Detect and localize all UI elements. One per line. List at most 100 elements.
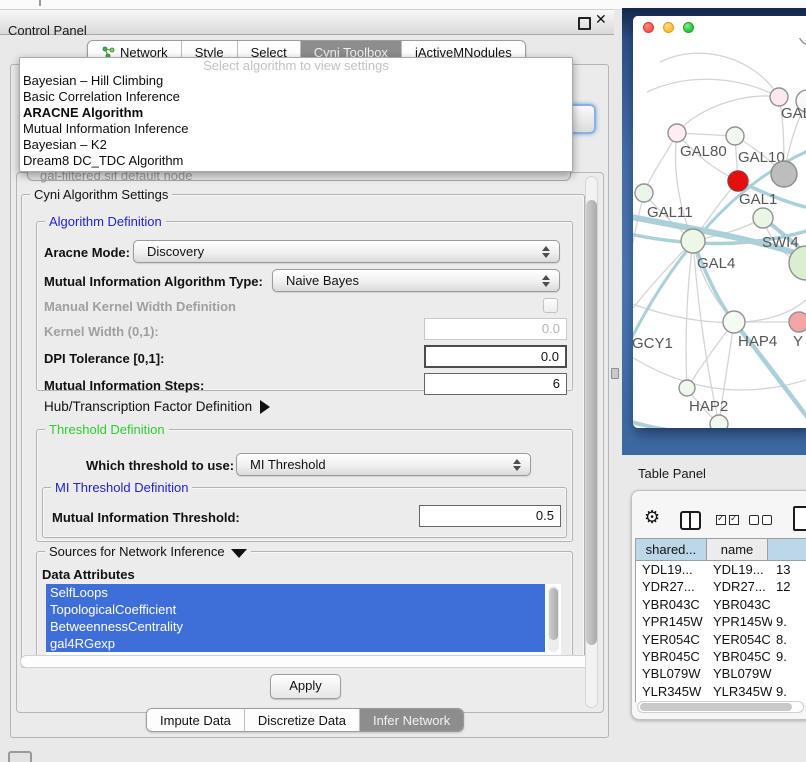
table-horizontal-scrollbar-thumb[interactable]	[640, 703, 792, 711]
unchecked-box-icon[interactable]	[749, 515, 759, 525]
node-label: GAL	[781, 105, 806, 122]
algorithm-option[interactable]: Mutual Information Inference	[20, 121, 572, 137]
network-node[interactable]	[771, 161, 797, 187]
file-icon[interactable]	[793, 506, 806, 531]
network-node-hap2[interactable]	[679, 380, 695, 396]
tab-impute-data[interactable]: Impute Data	[147, 709, 244, 731]
network-view-window[interactable]: GALGAL80GAL10GAL1GAL11SWI4GAL4GCY1HAP4YH…	[633, 16, 806, 428]
data-attribute-item[interactable]: SelfLoops	[46, 584, 545, 601]
tab-discretize-data[interactable]: Discretize Data	[244, 709, 359, 731]
splitter-grip[interactable]	[611, 368, 619, 379]
node-label: GAL11	[647, 204, 693, 221]
network-node-gal80[interactable]	[668, 124, 686, 142]
attributes-scrollbar-thumb[interactable]	[549, 588, 558, 640]
algorithm-option[interactable]: ARACNE Algorithm	[20, 105, 572, 121]
column-header-name[interactable]: name	[707, 539, 768, 560]
settings-scrollbar-thumb[interactable]	[586, 200, 597, 645]
horizontal-scrollbar[interactable]	[20, 655, 598, 668]
network-node-gal11[interactable]	[635, 184, 653, 202]
sources-title[interactable]: Sources for Network Inference	[45, 544, 251, 559]
group-title: Threshold Definition	[45, 422, 169, 437]
table-cell: YER054C	[636, 631, 709, 648]
node-label: HAP4	[738, 333, 777, 350]
mi-threshold-field[interactable]: 0.5	[419, 505, 561, 527]
table-cell: YDL19...	[636, 561, 709, 578]
network-node-gal4[interactable]	[681, 229, 705, 253]
table-cell: YDR27...	[709, 578, 772, 595]
algorithm-list: Bayesian – Hill ClimbingBasic Correlatio…	[20, 73, 572, 169]
table-cell: YBR043C	[636, 596, 709, 613]
network-node[interactable]	[728, 171, 748, 191]
network-node[interactable]	[799, 38, 806, 45]
panel-title: Control Panel	[8, 23, 87, 38]
unchecked-box-icon[interactable]	[762, 515, 772, 525]
tab-infer-network[interactable]: Infer Network	[359, 709, 463, 731]
network-window-titlebar[interactable]	[633, 16, 806, 38]
network-node[interactable]	[710, 415, 728, 428]
checked-box-icon[interactable]	[716, 515, 726, 525]
cyni-mode-tabs: Impute Data Discretize Data Infer Networ…	[146, 708, 464, 732]
table-cell: YPR145W	[709, 613, 772, 630]
algorithm-option[interactable]: Bayesian – K2	[20, 137, 572, 153]
table-cell: YDR27...	[636, 578, 709, 595]
data-attribute-item[interactable]: TopologicalCoefficient	[46, 601, 545, 618]
screen: Control Panel ✕ Network Style Select Cyn…	[0, 0, 806, 762]
close-icon[interactable]: ✕	[595, 11, 607, 28]
float-window-icon[interactable]	[8, 751, 32, 762]
network-node-gal10[interactable]	[726, 127, 744, 145]
data-attribute-item[interactable]: BetweennessCentrality	[46, 618, 545, 635]
which-threshold-combo[interactable]: MI Threshold	[236, 453, 531, 476]
table-cell: 13	[772, 561, 806, 578]
data-attribute-item[interactable]: gal4RGexp	[46, 635, 545, 652]
table-panel-title: Table Panel	[638, 466, 706, 481]
hub-definition-toggle[interactable]: Hub/Transcription Factor Definition	[44, 399, 270, 414]
column-header-shared-name[interactable]: shared...	[636, 539, 707, 560]
dpi-tolerance-field[interactable]: 0.0	[424, 345, 567, 368]
split-columns-icon[interactable]	[680, 511, 701, 530]
table-row[interactable]: YDR27...YDR27...12	[636, 578, 806, 595]
aracne-mode-value: Discovery	[147, 244, 204, 259]
combo-arrows-icon	[542, 245, 550, 259]
close-traffic-light-icon[interactable]	[643, 22, 654, 33]
mi-steps-field[interactable]: 6	[424, 373, 567, 395]
network-canvas[interactable]: GALGAL80GAL10GAL1GAL11SWI4GAL4GCY1HAP4YH…	[633, 38, 806, 428]
group-title: Cyni Algorithm Settings	[30, 187, 172, 202]
table-cell: YER054C	[709, 631, 772, 648]
table-row[interactable]: YLR345WYLR345W9.	[636, 683, 806, 700]
table-row[interactable]: YER054CYER054C8.	[636, 631, 806, 648]
table-cell: 8.	[772, 631, 806, 648]
table-cell: YDL19...	[709, 561, 772, 578]
algorithm-option[interactable]: Dream8 DC_TDC Algorithm	[20, 153, 572, 169]
table-row[interactable]: YBR045CYBR045C9.	[636, 648, 806, 665]
aracne-mode-combo[interactable]: Discovery	[133, 240, 560, 263]
node-label: GAL1	[739, 191, 777, 208]
network-node[interactable]	[753, 208, 773, 228]
table-row[interactable]: YBR043CYBR043C	[636, 596, 806, 613]
network-node[interactable]	[770, 88, 788, 106]
table-row[interactable]: YDL19...YDL19...13	[636, 561, 806, 578]
node-label: SWI4	[762, 234, 799, 251]
restore-icon[interactable]	[578, 17, 591, 30]
apply-button[interactable]: Apply	[270, 674, 341, 699]
algorithm-option[interactable]: Bayesian – Hill Climbing	[20, 73, 572, 89]
mi-steps-label: Mutual Information Steps:	[44, 378, 204, 393]
gear-icon[interactable]: ⚙	[644, 507, 660, 528]
top-tick-mark	[39, 0, 41, 6]
table-row[interactable]: YPR145WYPR145W9.	[636, 613, 806, 630]
combo-arrows-icon	[542, 274, 550, 288]
column-header-partial[interactable]	[768, 539, 806, 560]
table-row[interactable]: YBL079WYBL079W	[636, 665, 806, 682]
mi-type-combo[interactable]: Naive Bayes	[272, 269, 560, 292]
table-cell: YBR043C	[709, 596, 772, 613]
data-attributes-list[interactable]: SelfLoopsTopologicalCoefficientBetweenne…	[46, 584, 561, 655]
minimize-traffic-light-icon[interactable]	[663, 22, 674, 33]
algorithm-option[interactable]: Basic Correlation Inference	[20, 89, 572, 105]
network-node-y[interactable]	[789, 312, 806, 332]
zoom-traffic-light-icon[interactable]	[683, 22, 694, 33]
kernel-width-field[interactable]: 0.0	[424, 318, 567, 340]
dpi-tolerance-label: DPI Tolerance [0,1]:	[44, 351, 164, 366]
checked-box-icon[interactable]	[729, 515, 739, 525]
network-node-hap4[interactable]	[723, 311, 745, 333]
algorithm-combo-prompt: Select algorithm to view settings	[20, 58, 572, 73]
manual-kernel-checkbox[interactable]	[543, 298, 558, 313]
